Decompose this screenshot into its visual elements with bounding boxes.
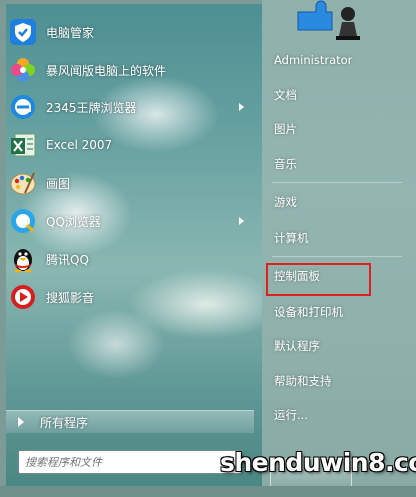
menu-item-label: 文档 (274, 88, 297, 102)
menu-item-label: 运行... (274, 408, 308, 422)
menu-item-label: 计算机 (274, 231, 309, 245)
program-label: 搜狐影音 (46, 290, 95, 305)
shield-icon (8, 17, 38, 47)
site-watermark: shenduwin8.com (220, 448, 416, 477)
menu-item-games[interactable]: 游戏 (266, 191, 406, 213)
menu-item-label: Administrator (274, 53, 353, 67)
menu-item-label: 设备和打印机 (274, 305, 343, 319)
program-item-tencent-qq[interactable]: 腾讯QQ (8, 241, 248, 277)
program-item-paint[interactable]: 画图 (8, 165, 248, 201)
program-label: 暴风闻版电脑上的软件 (46, 63, 167, 78)
penguin-icon (8, 244, 38, 274)
menu-item-label: 帮助和支持 (274, 374, 332, 388)
paint-palette-icon (8, 168, 38, 198)
menu-item-run[interactable]: 运行... (266, 404, 406, 426)
program-label: QQ浏览器 (46, 214, 101, 229)
program-label: 2345王牌浏览器 (46, 100, 137, 115)
expand-arrow-icon (18, 417, 24, 427)
search-box[interactable] (18, 450, 242, 474)
menu-item-default-programs[interactable]: 默认程序 (266, 335, 406, 357)
menu-item-help-support[interactable]: 帮助和支持 (266, 370, 406, 392)
menu-item-music[interactable]: 音乐 (266, 153, 406, 175)
highlight-annotation (266, 263, 371, 296)
program-label: 画图 (46, 176, 71, 191)
menu-item-pictures[interactable]: 图片 (266, 118, 406, 140)
program-item-sohu-video[interactable]: 搜狐影音 (8, 279, 248, 315)
play-icon (8, 282, 38, 312)
program-item-baofeng[interactable]: 暴风闻版电脑上的软件 (8, 52, 248, 88)
program-item-2345-browser[interactable]: 2345王牌浏览器 (8, 89, 248, 125)
program-item-pc-manager[interactable]: 电脑管家 (8, 14, 248, 50)
divider (272, 182, 402, 183)
search-input[interactable] (19, 451, 221, 473)
menu-item-label: 游戏 (274, 195, 297, 209)
menu-item-label: 默认程序 (274, 339, 320, 353)
user-avatar[interactable] (292, 0, 372, 40)
menu-item-label: 图片 (274, 122, 297, 136)
menu-item-computer[interactable]: 计算机 (266, 227, 406, 249)
submenu-arrow-icon[interactable] (239, 103, 244, 111)
pinwheel-icon (8, 55, 38, 85)
program-item-excel[interactable]: Excel 2007 (8, 127, 248, 163)
program-label: Excel 2007 (46, 138, 113, 152)
menu-item-devices-printers[interactable]: 设备和打印机 (266, 301, 406, 323)
menu-item-administrator[interactable]: Administrator (266, 49, 406, 71)
browser-e-icon (8, 92, 38, 122)
program-item-qq-browser[interactable]: QQ浏览器 (8, 203, 248, 239)
program-label: 腾讯QQ (46, 252, 89, 267)
excel-icon (8, 130, 38, 160)
menu-item-documents[interactable]: 文档 (266, 84, 406, 106)
taskbar-edge (0, 486, 416, 497)
all-programs-label: 所有程序 (40, 415, 89, 430)
program-label: 电脑管家 (46, 25, 95, 40)
all-programs-button[interactable]: 所有程序 (6, 410, 254, 433)
divider (272, 256, 402, 257)
start-menu: 电脑管家 暴风闻版电脑上的软件 2345王牌浏览器 Excel 2007 画图 … (0, 0, 416, 497)
submenu-arrow-icon[interactable] (239, 217, 244, 225)
menu-item-label: 音乐 (274, 157, 297, 171)
qq-browser-icon (8, 206, 38, 236)
